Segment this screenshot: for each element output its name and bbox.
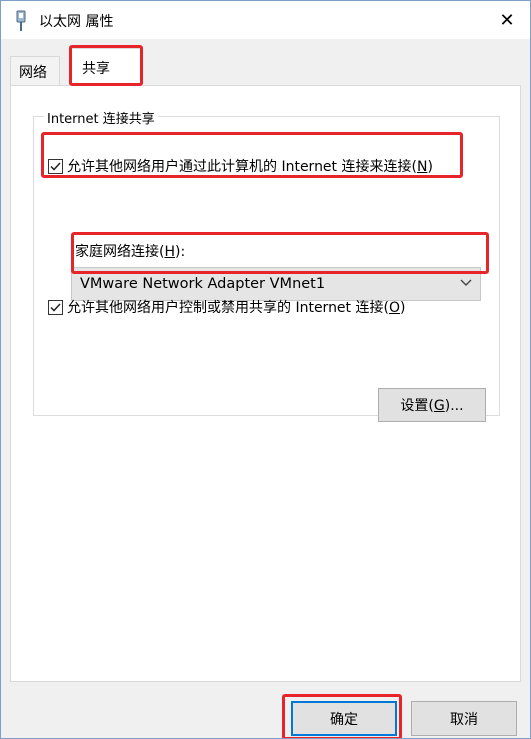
checkmark-icon <box>50 161 61 171</box>
ok-button-label: 确定 <box>330 711 358 728</box>
tab-sharing[interactable]: 共享 <box>69 48 141 86</box>
allow-share-checkbox-row[interactable]: 允许其他网络用户通过此计算机的 Internet 连接来连接(N) <box>48 156 433 176</box>
sharing-panel: Internet 连接共享 允许其他网络用户通过此计算机的 Internet 连… <box>10 85 521 682</box>
settings-button[interactable]: 设置(G)... <box>378 388 486 422</box>
home-network-value: VMware Network Adapter VMnet1 <box>80 276 326 292</box>
cancel-button[interactable]: 取消 <box>411 701 517 736</box>
close-button[interactable]: ✕ <box>484 1 530 39</box>
network-adapter-icon <box>16 10 26 31</box>
allow-share-label: 允许其他网络用户通过此计算机的 Internet 连接来连接(N) <box>67 159 433 175</box>
checkmark-icon <box>50 302 61 312</box>
allow-share-checkbox[interactable] <box>48 158 63 174</box>
home-network-label: 家庭网络连接(H): <box>75 244 186 260</box>
ok-button[interactable]: 确定 <box>291 701 397 736</box>
home-network-select[interactable]: VMware Network Adapter VMnet1 <box>71 267 481 301</box>
window-title: 以太网 属性 <box>39 14 114 30</box>
internet-connection-sharing-group: Internet 连接共享 允许其他网络用户通过此计算机的 Internet 连… <box>33 108 500 422</box>
tab-network[interactable]: 网络 <box>10 56 60 85</box>
tab-strip: 网络 共享 <box>1 39 530 86</box>
tab-sharing-label: 共享 <box>82 61 110 77</box>
cancel-button-label: 取消 <box>450 711 478 728</box>
properties-dialog: 以太网 属性 ✕ 网络 共享 Internet 连接共享 允许其他网络用户通过此… <box>0 0 531 739</box>
group-title: Internet 连接共享 <box>44 108 158 127</box>
close-icon: ✕ <box>499 9 515 31</box>
chevron-down-icon <box>460 279 472 286</box>
tab-network-label: 网络 <box>19 65 47 81</box>
allow-control-checkbox[interactable] <box>48 299 63 315</box>
allow-control-checkbox-row[interactable]: 允许其他网络用户控制或禁用共享的 Internet 连接(O) <box>48 297 405 317</box>
allow-control-label: 允许其他网络用户控制或禁用共享的 Internet 连接(O) <box>67 300 406 316</box>
settings-button-label: 设置(G)... <box>400 398 464 414</box>
title-bar: 以太网 属性 ✕ <box>1 1 530 39</box>
